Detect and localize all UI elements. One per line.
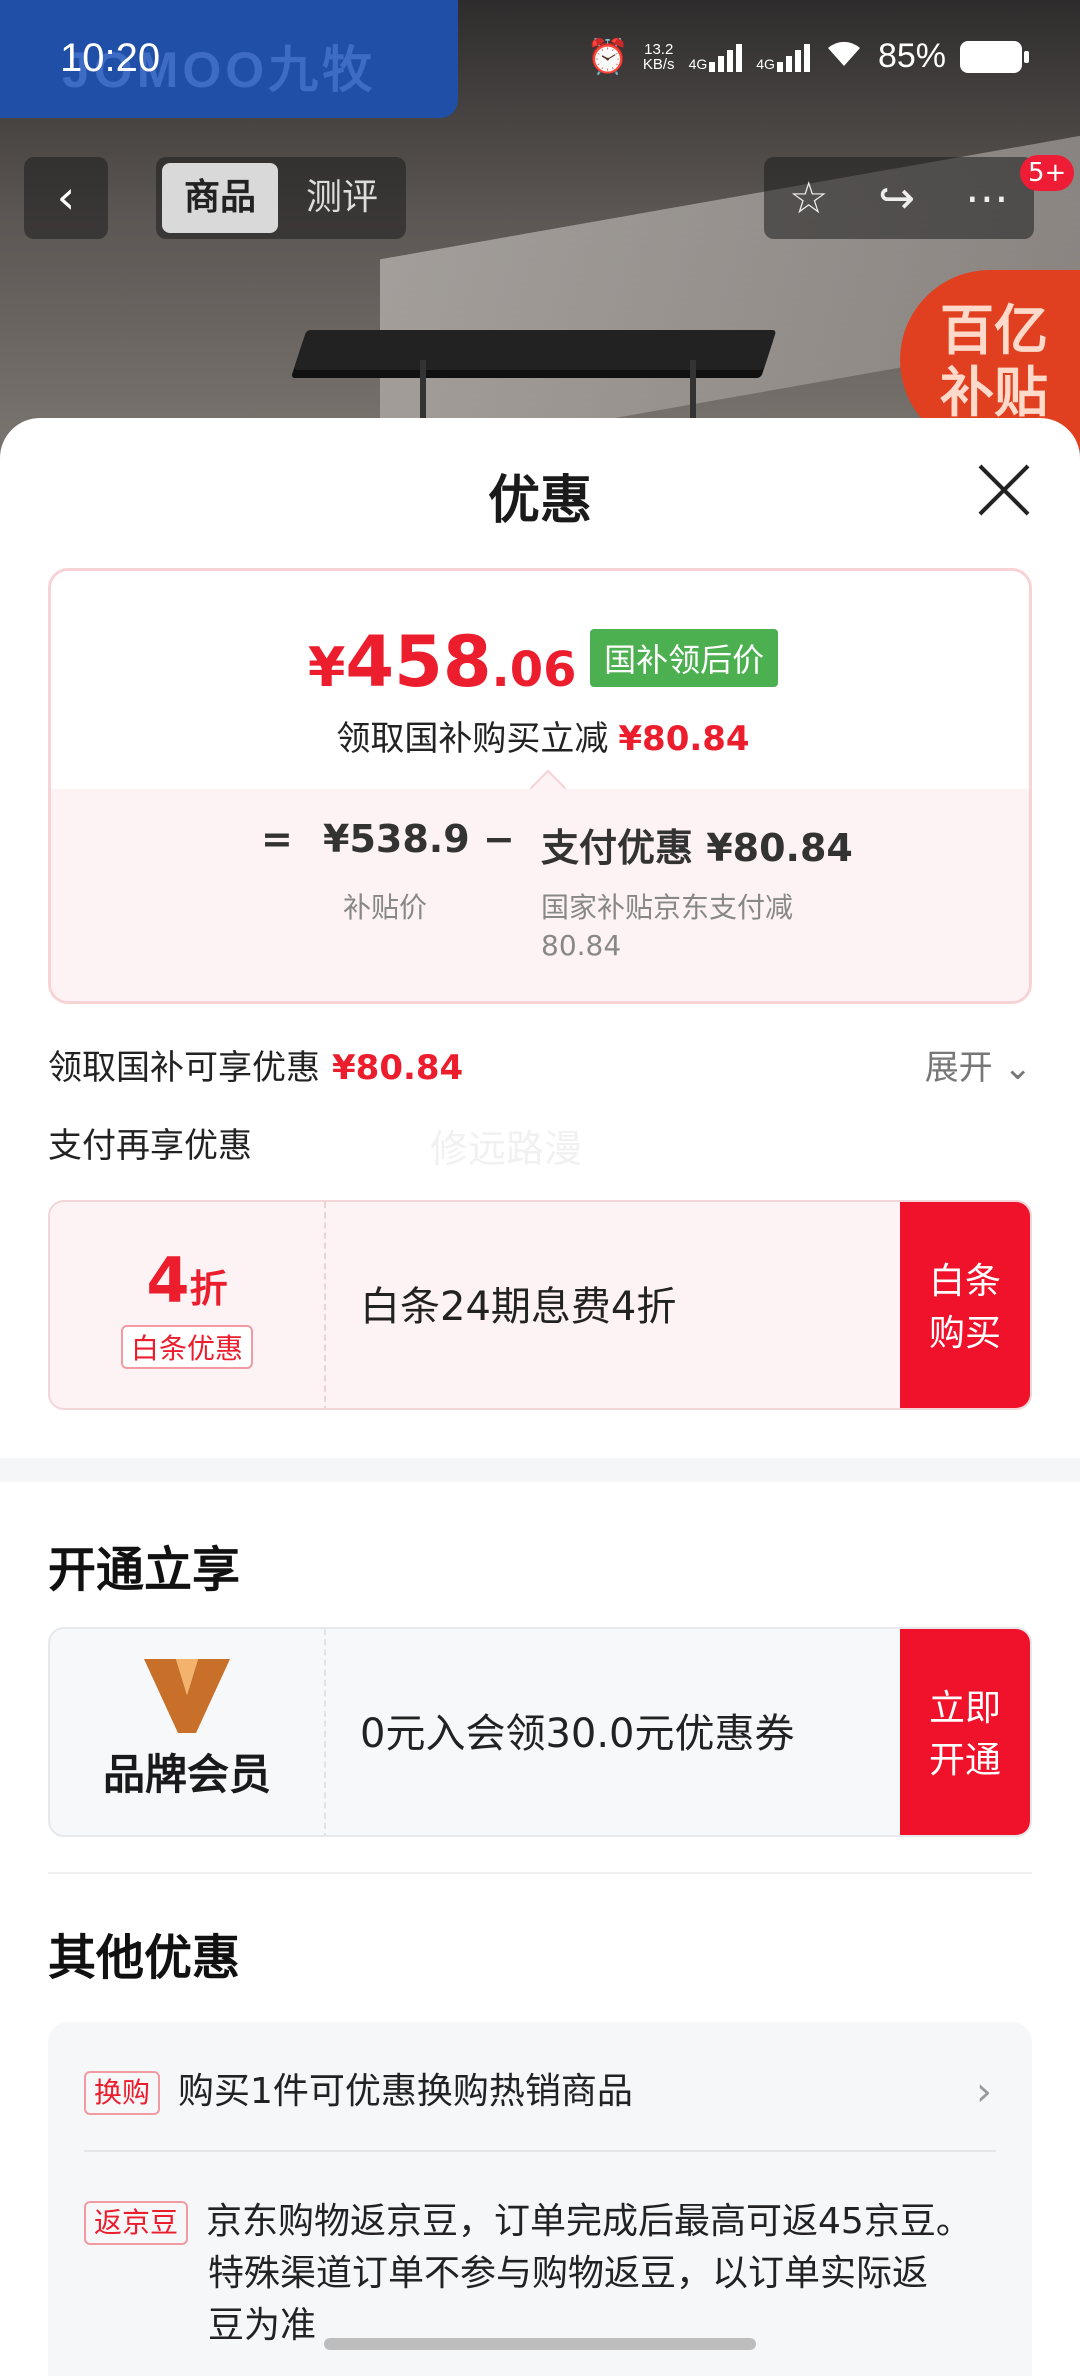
price-subtitle-text: 领取国补购买立减 [336,719,609,759]
battery-percent: 85% [877,37,946,75]
divider [84,2150,996,2152]
net-speed: 13.2 KB/s [643,42,675,72]
subsidy-row-amount: ¥80.84 [332,1048,464,1088]
net-speed-unit: KB/s [642,55,675,73]
status-bar: 10:20 ⏰ 13.2 KB/s 4G 4G 85% [0,0,1080,118]
cta-line2: 开通 [928,1740,1001,1781]
discount-sheet: 优惠 ¥458.06 国补领后价 领取国补购买立减 ¥80.84 = ¥538.9… [0,418,1080,2376]
price-decimal: .06 [491,642,577,698]
status-icons: ⏰ 13.2 KB/s 4G 4G 85% [586,36,1029,77]
subsidy-badge-line2: 补贴 [940,361,1048,424]
member-join-button[interactable]: 立即 开通 [900,1629,1030,1835]
clock: 10:20 [60,36,161,80]
battery-icon [960,40,1029,73]
price-subtitle-amount: ¥80.84 [618,719,750,759]
product-drying-rack [293,330,777,370]
message-count-badge: 5+ [1020,155,1075,191]
baitiao-tag: 白条优惠 [120,1325,253,1369]
cta-line2: 购买 [928,1313,1001,1354]
expand-label: 展开 [924,1048,993,1088]
base-price-label: 补贴价 [343,891,428,924]
nav-tabs: 商品 测评 [156,157,406,239]
alarm-icon: ⏰ [586,37,629,76]
baitiao-discount: 4折 白条优惠 [50,1202,326,1408]
payment-discount: 支付优惠 ¥80.84 [541,826,853,870]
trade-in-text: 购买1件可优惠换购热销商品 [178,2071,633,2112]
chevron-down-icon: ⌄ [1003,1048,1033,1088]
discount-value: 4折 [50,1244,324,1317]
home-indicator[interactable] [324,2338,756,2350]
back-button[interactable]: ‹ [24,157,108,239]
discount-desc-line2: 80.84 [541,929,622,962]
price-card: ¥458.06 国补领后价 领取国补购买立减 ¥80.84 = ¥538.9 − … [48,568,1032,1004]
chevron-right-icon: › [976,2069,992,2115]
jingdou-tag: 返京豆 [84,2201,189,2245]
signal-label: 4G [688,55,708,72]
price-integer: 458 [345,621,492,703]
brand-member-label: 品牌会员 [102,1750,271,1799]
price-subtitle: 领取国补购买立减 ¥80.84 [51,711,1029,760]
trade-in-row[interactable]: 换购 购买1件可优惠换购热销商品 › [84,2066,996,2118]
nav-actions: ☆ ↪ ⋯ [764,157,1034,239]
section-divider [0,1458,1080,1482]
net-speed-value: 13.2 [644,40,674,58]
base-price: ¥538.9 [323,817,470,861]
share-icon[interactable]: ↪ [878,173,915,224]
expand-button[interactable]: 展开 ⌄ [925,1040,1032,1089]
baitiao-text: 白条24期息费4折 [360,1284,677,1330]
member-offer-card: 品牌会员 0元入会领30.0元优惠券 立即 开通 [48,1627,1032,1837]
tab-review[interactable]: 测评 [284,163,400,233]
divider [48,1872,1032,1874]
signal-label: 4G [756,55,775,72]
more-menu-icon[interactable]: ⋯ [965,173,1009,224]
signal-4g-icon: 4G [689,42,743,72]
member-text: 0元入会领30.0元优惠券 [360,1711,795,1757]
jingdou-text-line2: 特殊渠道订单不参与购物返豆，以订单实际返 [208,2253,929,2294]
favorite-star-icon[interactable]: ☆ [789,173,828,224]
jingdou-text-line1: 京东购物返京豆，订单完成后最高可返45京豆。 [206,2201,972,2242]
cta-line1: 白条 [928,1261,1001,1302]
other-offers-box: 换购 购买1件可优惠换购热销商品 › 返京豆 京东购物返京豆，订单完成后最高可返45… [48,2022,1032,2376]
baitiao-buy-button[interactable]: 白条 购买 [900,1202,1030,1408]
trade-in-tag: 换购 [84,2071,161,2115]
discount-unit: 折 [189,1267,228,1311]
tab-product[interactable]: 商品 [162,163,278,233]
final-price: ¥458.06 国补领后价 [51,621,1029,703]
price-currency: ¥ [307,636,346,699]
minus-sign: − [483,817,515,861]
watermark: 修远路漫 [430,1127,583,1171]
open-section-title: 开通立享 [48,1542,241,1598]
discount-number: 4 [146,1244,190,1317]
brand-member-logo-icon [144,1659,230,1733]
equals-sign: = [261,817,293,861]
subsidy-row: 领取国补可享优惠 ¥80.84 [48,1040,463,1089]
cta-line1: 立即 [928,1688,1001,1729]
discount-desc-line1: 国家补贴京东支付减 [541,891,794,924]
subsidy-row-label: 领取国补可享优惠 [48,1048,320,1088]
subsidy-price-tag: 国补领后价 [590,629,779,687]
wifi-icon [824,36,864,77]
other-section-title: 其他优惠 [48,1930,241,1986]
sheet-title: 优惠 [487,471,592,531]
pay-row-label: 支付再享优惠 [48,1126,252,1166]
baitiao-offer-card: 4折 白条优惠 白条24期息费4折 白条 购买 [48,1200,1032,1410]
price-breakdown: = ¥538.9 − 支付优惠 ¥80.84 补贴价 国家补贴京东支付减 80.… [51,789,1029,1001]
brand-member: 品牌会员 [50,1629,326,1835]
subsidy-badge-line1: 百亿 [940,299,1048,362]
signal-4g-icon: 4G [756,42,810,72]
close-icon[interactable] [974,460,1034,520]
jingdou-row: 返京豆 京东购物返京豆，订单完成后最高可返45京豆。 [84,2196,996,2248]
